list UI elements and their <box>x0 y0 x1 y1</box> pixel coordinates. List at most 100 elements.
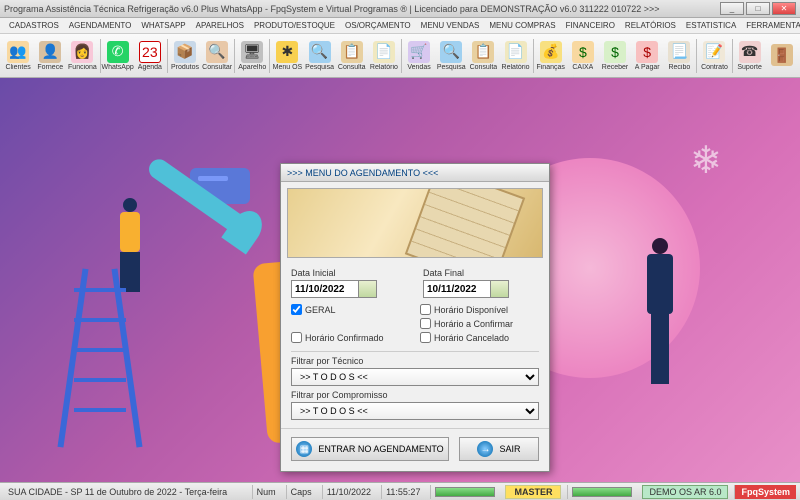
chk-aconfirmar-box[interactable] <box>420 318 431 329</box>
toolbar-fornece-button[interactable]: 👤Fornece <box>34 36 66 76</box>
menu-relatrios[interactable]: RELATÓRIOS <box>620 21 681 30</box>
toolbar-pesquisa-button[interactable]: 🔍Pesquisa <box>303 36 335 76</box>
funciona-icon: 👩 <box>71 41 93 63</box>
exit-icon: → <box>477 441 493 457</box>
toolbar-label: A Pagar <box>635 64 660 71</box>
toolbar-funciona-button[interactable]: 👩Funciona <box>66 36 98 76</box>
menu-aparelhos[interactable]: APARELHOS <box>191 21 249 30</box>
toolbar-produtos-button[interactable]: 📦Produtos <box>169 36 201 76</box>
status-num: Num <box>252 485 280 499</box>
toolbar-contrato-button[interactable]: 📝Contrato <box>698 36 730 76</box>
minimize-button[interactable]: _ <box>720 2 744 15</box>
chk-cancelado[interactable]: Horário Cancelado <box>420 332 539 343</box>
enter-icon: ▦ <box>296 441 312 457</box>
toolbar-separator <box>234 39 235 73</box>
toolbar-label: WhatsApp <box>101 64 133 71</box>
toolbar-label: Receber <box>602 64 628 71</box>
chk-confirmado[interactable]: Horário Confirmado <box>291 332 410 343</box>
toolbar-pesquisa-button[interactable]: 🔍Pesquisa <box>435 36 467 76</box>
status-date: 11/10/2022 <box>322 485 375 499</box>
toolbar-label: Finanças <box>536 64 564 71</box>
snowflake-icon: ❄ <box>690 138 740 188</box>
suporte-icon: ☎ <box>739 41 761 63</box>
entrar-agendamento-button[interactable]: ▦ ENTRAR NO AGENDAMENTO <box>291 437 449 461</box>
data-final-calendar-button[interactable] <box>491 280 509 298</box>
statusbar: SUA CIDADE - SP 11 de Outubro de 2022 - … <box>0 482 800 500</box>
menu-osoramento[interactable]: OS/ORÇAMENTO <box>340 21 416 30</box>
chk-disponivel[interactable]: Horário Disponível <box>420 304 539 315</box>
toolbar-vendas-button[interactable]: 🛒Vendas <box>403 36 435 76</box>
toolbar-relatrio-button[interactable]: 📄Relatório <box>368 36 400 76</box>
exit-icon: 🚪 <box>771 44 793 66</box>
toolbar-label: CAIXA <box>572 64 593 71</box>
toolbar-recibo-button[interactable]: 📃Recibo <box>663 36 695 76</box>
toolbar-label: Pesquisa <box>305 64 334 71</box>
chk-cancelado-box[interactable] <box>420 332 431 343</box>
toolbar-label: Recibo <box>668 64 690 71</box>
menu-menuvendas[interactable]: MENU VENDAS <box>416 21 485 30</box>
status-location: SUA CIDADE - SP 11 de Outubro de 2022 - … <box>4 485 246 499</box>
apagar-icon: $ <box>636 41 658 63</box>
sair-button[interactable]: → SAIR <box>459 437 539 461</box>
toolbar-caixa-button[interactable]: $CAIXA <box>567 36 599 76</box>
toolbar-receber-button[interactable]: $Receber <box>599 36 631 76</box>
menu-estatistica[interactable]: ESTATISTICA <box>681 21 741 30</box>
decor-ladder <box>70 268 130 448</box>
chk-aconfirmar[interactable]: Horário a Confirmar <box>420 318 539 329</box>
status-brand: FpqSystem <box>734 485 796 499</box>
menu-menucompras[interactable]: MENU COMPRAS <box>484 21 560 30</box>
menubar: CADASTROSAGENDAMENTOWHATSAPPAPARELHOSPRO… <box>0 18 800 34</box>
data-inicial-input[interactable] <box>291 280 359 298</box>
contrato-icon: 📝 <box>703 41 725 63</box>
menuos-icon: ✱ <box>276 41 298 63</box>
data-final-input[interactable] <box>423 280 491 298</box>
toolbar-label: Produtos <box>171 64 199 71</box>
filtro-compromisso-select[interactable]: >> T O D O S << <box>291 402 539 420</box>
pesquisa-icon: 🔍 <box>309 41 331 63</box>
toolbar-label: Vendas <box>407 64 430 71</box>
toolbar-separator <box>732 39 733 73</box>
divider <box>291 351 539 352</box>
toolbar-menuos-button[interactable]: ✱Menu OS <box>271 36 303 76</box>
status-master: MASTER <box>505 485 561 499</box>
toolbar-label: Contrato <box>701 64 728 71</box>
toolbar-finanas-button[interactable]: 💰Finanças <box>535 36 567 76</box>
menu-cadastros[interactable]: CADASTROS <box>4 21 64 30</box>
menu-produtoestoque[interactable]: PRODUTO/ESTOQUE <box>249 21 340 30</box>
fornece-icon: 👤 <box>39 41 61 63</box>
filtro-tecnico-select[interactable]: >> T O D O S << <box>291 368 539 386</box>
toolbar-apagar-button[interactable]: $A Pagar <box>631 36 663 76</box>
caixa-icon: $ <box>572 41 594 63</box>
chk-confirmado-box[interactable] <box>291 332 302 343</box>
filtro-compromisso-label: Filtrar por Compromisso <box>291 390 539 400</box>
toolbar-whatsapp-button[interactable]: ✆WhatsApp <box>101 36 133 76</box>
menu-agendamento[interactable]: AGENDAMENTO <box>64 21 137 30</box>
toolbar-label: Aparelho <box>238 64 266 71</box>
toolbar-consultar-button[interactable]: 🔍Consultar <box>201 36 233 76</box>
chk-disponivel-box[interactable] <box>420 304 431 315</box>
toolbar-agenda-button[interactable]: 23Agenda <box>134 36 166 76</box>
close-button[interactable]: ✕ <box>772 2 796 15</box>
menu-financeiro[interactable]: FINANCEIRO <box>561 21 620 30</box>
recibo-icon: 📃 <box>668 41 690 63</box>
menu-ferramentas[interactable]: FERRAMENTAS <box>741 21 800 30</box>
clientes-icon: 👥 <box>7 41 29 63</box>
toolbar-exit-button[interactable]: 🚪 <box>766 36 798 76</box>
toolbar-label: Relatório <box>502 64 530 71</box>
toolbar-suporte-button[interactable]: ☎Suporte <box>734 36 766 76</box>
filtro-tecnico-label: Filtrar por Técnico <box>291 356 539 366</box>
toolbar-label: Consulta <box>338 64 366 71</box>
toolbar-relatrio-button[interactable]: 📄Relatório <box>499 36 531 76</box>
dialog-title: >>> MENU DO AGENDAMENTO <<< <box>281 164 549 182</box>
menu-whatsapp[interactable]: WHATSAPP <box>136 21 190 30</box>
chk-geral-box[interactable] <box>291 304 302 315</box>
toolbar-consulta-button[interactable]: 📋Consulta <box>467 36 499 76</box>
chk-geral[interactable]: GERAL <box>291 304 410 315</box>
toolbar-aparelho-button[interactable]: 🖥Aparelho <box>236 36 268 76</box>
maximize-button[interactable]: □ <box>746 2 770 15</box>
toolbar-clientes-button[interactable]: 👥Clientes <box>2 36 34 76</box>
data-inicial-calendar-button[interactable] <box>359 280 377 298</box>
toolbar-label: Pesquisa <box>437 64 466 71</box>
aparelho-icon: 🖥 <box>241 41 263 63</box>
toolbar-consulta-button[interactable]: 📋Consulta <box>336 36 368 76</box>
